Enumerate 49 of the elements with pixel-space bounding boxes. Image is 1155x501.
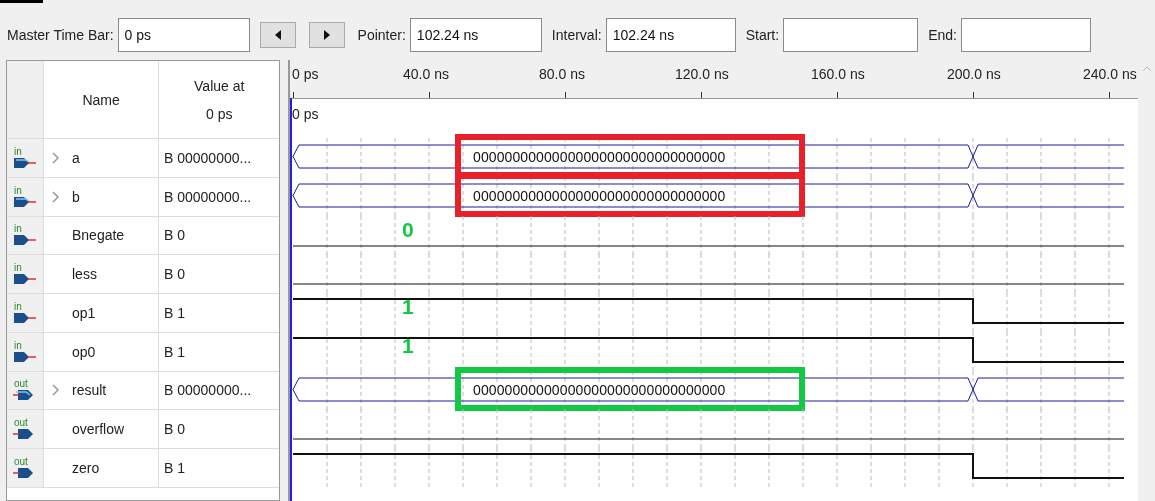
column-header: Value at 0 ps	[193, 76, 246, 124]
signal-value: B 1	[163, 342, 186, 362]
signal-value: B 1	[163, 303, 186, 323]
start-field[interactable]	[783, 18, 919, 52]
end-field[interactable]	[960, 18, 1091, 52]
expand-chevron-icon[interactable]	[52, 190, 60, 203]
time-tick-label: 0 ps	[292, 66, 319, 82]
signal-value: B 0	[163, 420, 186, 440]
expand-chevron-icon[interactable]	[52, 151, 60, 164]
next-button[interactable]	[308, 22, 345, 48]
pointer-label: Pointer:	[357, 27, 406, 43]
time-tick-label: 120.0 ns	[675, 66, 729, 82]
end-label: End:	[928, 27, 957, 43]
time-tick-label: 240.0 ns	[1083, 66, 1137, 82]
interval-field[interactable]: 102.24 ns	[605, 18, 736, 52]
signal-name: op1	[72, 304, 96, 321]
start-label: Start:	[745, 27, 780, 43]
annotation-label: 1	[402, 295, 414, 319]
signal-name: less	[72, 266, 97, 283]
cursor-time-label: 0 ps	[291, 105, 320, 124]
triangle-left-icon	[274, 30, 281, 40]
time-tick-label: 80.0 ns	[539, 66, 585, 82]
time-tick-label: 40.0 ns	[403, 66, 449, 82]
signal-name: zero	[72, 459, 100, 476]
bus-value: 00000000000000000000000000000000	[473, 149, 726, 165]
signal-name: a	[72, 149, 80, 166]
annotation-label: 1	[402, 333, 414, 358]
signal-value: B 0	[163, 226, 186, 246]
signal-value: B 00000000...	[163, 187, 253, 207]
signal-name: overflow	[72, 421, 125, 438]
expand-chevron-icon[interactable]	[52, 384, 60, 397]
interval-label: Interval:	[551, 27, 602, 43]
previous-button[interactable]	[259, 22, 296, 48]
time-tick-label: 160.0 ns	[811, 66, 865, 82]
signal-name: result	[72, 382, 107, 399]
pointer-field[interactable]: 102.24 ns	[409, 18, 542, 52]
master-time-bar-field[interactable]: 0 ps	[117, 18, 250, 52]
signal-value: B 0	[163, 265, 186, 285]
signal-name: Bnegate	[72, 227, 125, 244]
signal-name: b	[72, 188, 80, 205]
signal-value: B 00000000...	[163, 148, 253, 168]
column-header: Name	[43, 61, 160, 138]
master-time-bar-label: Master Time Bar:	[7, 27, 114, 43]
signal-value: B 00000000...	[163, 381, 253, 401]
signal-value: B 1	[163, 458, 186, 478]
time-tick-label: 200.0 ns	[947, 66, 1001, 82]
triangle-right-icon	[323, 30, 330, 40]
annotation-label: 0	[402, 217, 414, 242]
signal-name: op0	[72, 343, 96, 360]
